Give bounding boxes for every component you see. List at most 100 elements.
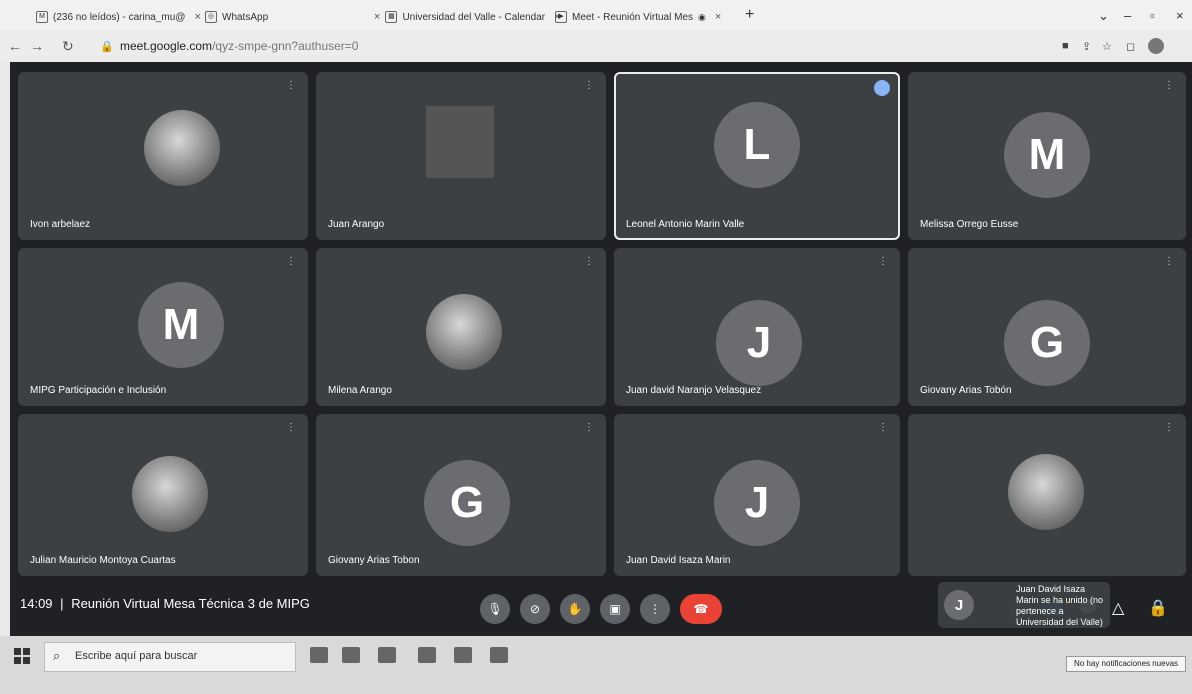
participant-photo [1008, 454, 1084, 530]
meeting-title: Reunión Virtual Mesa Técnica 3 de MIPG [71, 596, 310, 611]
back-icon[interactable]: ← [8, 38, 22, 54]
participant-avatar: M [1004, 112, 1090, 198]
participant-tile[interactable]: ⋮ Juan Arango [316, 72, 606, 240]
profile-avatar[interactable] [1148, 38, 1164, 54]
file-explorer-taskbar-icon[interactable] [342, 647, 360, 663]
mic-toggle-button[interactable]: 🎙 [480, 594, 510, 624]
reload-icon[interactable]: ↻ [62, 38, 74, 55]
microphone-icon: 🎙 [487, 602, 503, 616]
mic-muted-icon: ⋮ [286, 422, 296, 433]
participant-name: Melissa Orrego Eusse [920, 219, 1019, 230]
notification-text: Juan David Isaza Marin se ha unido (no p… [1016, 584, 1104, 627]
mail-taskbar-icon[interactable] [418, 647, 436, 663]
mic-muted-icon: ⋮ [584, 422, 594, 433]
more-options-button[interactable]: ⋮ [640, 594, 670, 624]
leave-call-button[interactable]: ☎ [680, 594, 722, 624]
whatsapp-icon: ◎ [205, 11, 217, 23]
camera-toggle-button[interactable]: ⊘ [520, 594, 550, 624]
participant-avatar: G [424, 460, 510, 546]
meeting-info: 14:09 | Reunión Virtual Mesa Técnica 3 d… [20, 596, 310, 611]
minimize-button[interactable]: – [1124, 8, 1131, 23]
close-tab-icon[interactable]: × [715, 11, 721, 23]
participant-name: Ivon arbelaez [30, 219, 91, 230]
maximize-button[interactable]: ▫ [1150, 8, 1155, 23]
tab-label: (236 no leídos) - carina_mu@ [53, 11, 186, 23]
participant-tile[interactable]: ⋮ Milena Arango [316, 248, 606, 406]
participant-name: Juan david Naranjo Velasquez [626, 385, 762, 396]
hand-icon: ✋ [567, 602, 583, 616]
meeting-time: 14:09 [20, 596, 53, 611]
participant-tile-active[interactable]: L Leonel Antonio Marin Valle [614, 72, 900, 240]
participant-tile[interactable]: M ⋮ Melissa Orrego Eusse [908, 72, 1186, 240]
mic-muted-icon: ⋮ [286, 80, 296, 91]
mic-muted-icon: ⋮ [584, 80, 594, 91]
close-tab-icon[interactable]: × [374, 11, 380, 23]
app-taskbar-icon[interactable] [454, 647, 472, 663]
present-screen-button[interactable]: ▣ [600, 594, 630, 624]
mic-muted-icon: ⋮ [1164, 80, 1174, 91]
host-controls-icon[interactable]: 🔒 [1148, 598, 1168, 618]
tab-label: Universidad del Valle - Calendar [402, 11, 546, 23]
participant-photo [426, 106, 494, 178]
participant-name: Leonel Antonio Marin Valle [626, 219, 745, 230]
star-icon[interactable]: ☆ [1102, 40, 1112, 53]
participant-tile[interactable]: ⋮ [908, 414, 1186, 576]
meet-icon: ▶ [555, 11, 567, 23]
close-tab-icon[interactable]: × [194, 11, 200, 23]
share-icon[interactable]: ⇪ [1082, 40, 1091, 53]
tab-search-icon[interactable]: ⌄ [1098, 8, 1109, 24]
lock-icon[interactable]: 🔒 [100, 40, 114, 53]
notification-avatar: J [944, 590, 974, 620]
participant-tile[interactable]: G ⋮ Giovany Arias Tobon [316, 414, 606, 576]
browser-taskbar-icon[interactable] [310, 647, 328, 663]
tab-meet[interactable]: ▶ Meet - Reunión Virtual Mes ◉ × [555, 6, 721, 28]
tab-label: WhatsApp [222, 11, 269, 23]
url-host: meet.google.com [120, 39, 213, 53]
tab-calendar[interactable]: × ▦ Universidad del Valle - Calendar × [370, 6, 561, 28]
activities-icon[interactable]: △ [1112, 598, 1124, 618]
audio-icon: ◉ [697, 11, 706, 22]
participant-tile[interactable]: J ⋮ Juan David Isaza Marin [614, 414, 900, 576]
participant-avatar: G [1004, 300, 1090, 386]
windows-taskbar: ⌕ Escribe aquí para buscar No hay notifi… [0, 636, 1192, 694]
windows-start-icon[interactable] [14, 648, 30, 664]
mic-muted-icon: ⋮ [1164, 256, 1174, 267]
raise-hand-button[interactable]: ✋ [560, 594, 590, 624]
store-taskbar-icon[interactable] [378, 647, 396, 663]
participant-tile[interactable]: J ⋮ Juan david Naranjo Velasquez [614, 248, 900, 406]
participant-tile[interactable]: M ⋮ MIPG Participación e Inclusión [18, 248, 308, 406]
word-taskbar-icon[interactable] [490, 647, 508, 663]
browser-tab-bar: M (236 no leídos) - carina_mu@ × ◎ Whats… [0, 0, 1192, 30]
search-icon: ⌕ [53, 648, 61, 663]
more-vert-icon: ⋮ [649, 602, 661, 616]
participant-tile[interactable]: ⋮ Julian Mauricio Montoya Cuartas [18, 414, 308, 576]
address-bar-row: ← → ↻ 🔒 meet.google.com/qyz-smpe-gnn?aut… [0, 30, 1192, 62]
participant-tile[interactable]: ⋮ Ivon arbelaez [18, 72, 308, 240]
mail-icon: M [36, 11, 48, 23]
participant-photo [144, 110, 220, 186]
hang-up-icon: ☎ [693, 602, 709, 616]
tab-whatsapp[interactable]: ◎ WhatsApp [205, 6, 268, 28]
participant-name: Giovany Arias Tobon [328, 555, 420, 566]
notification-tooltip: No hay notificaciones nuevas [1066, 656, 1186, 672]
participant-name: Milena Arango [328, 385, 392, 396]
url-path: /qyz-smpe-gnn?authuser=0 [212, 39, 359, 53]
tab-label: Meet - Reunión Virtual Mes [572, 11, 693, 23]
participant-avatar: J [716, 300, 802, 386]
mic-muted-icon: ⋮ [878, 256, 888, 267]
present-icon: ▣ [609, 602, 621, 616]
speaking-indicator-icon [874, 80, 890, 96]
participant-tile[interactable]: G ⋮ Giovany Arias Tobón [908, 248, 1186, 406]
extensions-icon[interactable]: ◻ [1126, 40, 1135, 53]
close-window-button[interactable]: × [1176, 8, 1184, 23]
meet-grid: ⋮ Ivon arbelaez ⋮ Juan Arango L Leonel A… [10, 62, 1192, 636]
forward-icon[interactable]: → [30, 38, 44, 54]
new-tab-button[interactable]: + [745, 6, 754, 24]
taskbar-search-box[interactable]: ⌕ Escribe aquí para buscar [44, 642, 296, 672]
participant-name: Giovany Arias Tobón [920, 385, 1012, 396]
mic-muted-icon: ⋮ [878, 422, 888, 433]
url-field[interactable]: meet.google.com/qyz-smpe-gnn?authuser=0 [120, 39, 358, 53]
camera-icon[interactable]: ■ [1062, 40, 1069, 52]
participant-name: Juan David Isaza Marin [626, 555, 731, 566]
tab-gmail[interactable]: M (236 no leídos) - carina_mu@ × [36, 6, 201, 28]
